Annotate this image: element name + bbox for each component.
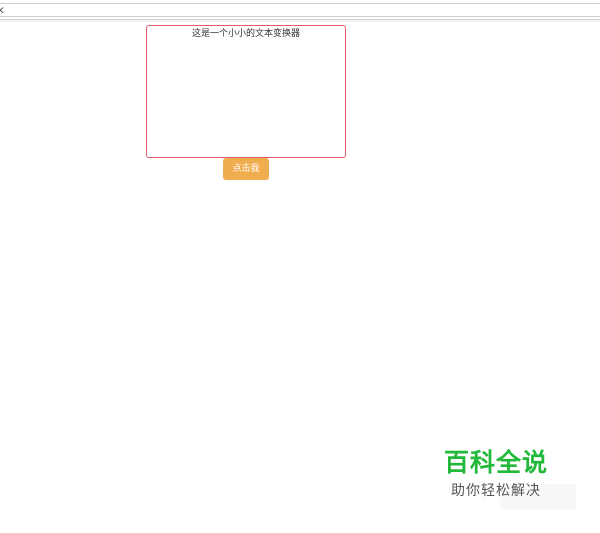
address-text: k — [0, 5, 4, 16]
watermark-subtitle: 助你轻松解决 — [451, 483, 541, 499]
text-converter-box[interactable]: 这是一个小小的文本变换器 — [146, 25, 346, 158]
address-bar: k — [0, 0, 600, 20]
address-input[interactable]: k — [0, 3, 600, 17]
watermark-logo: 百科全说 助你轻松解决 — [436, 446, 576, 510]
click-me-button[interactable]: 点击我 — [223, 158, 269, 180]
watermark-title: 百科全说 — [444, 448, 549, 477]
page-viewport: k 这是一个小小的文本变换器 点击我 百科全说 助你轻松解决 — [0, 0, 600, 533]
text-converter-content: 这是一个小小的文本变换器 — [191, 29, 300, 39]
address-bar-shadow — [0, 20, 600, 22]
